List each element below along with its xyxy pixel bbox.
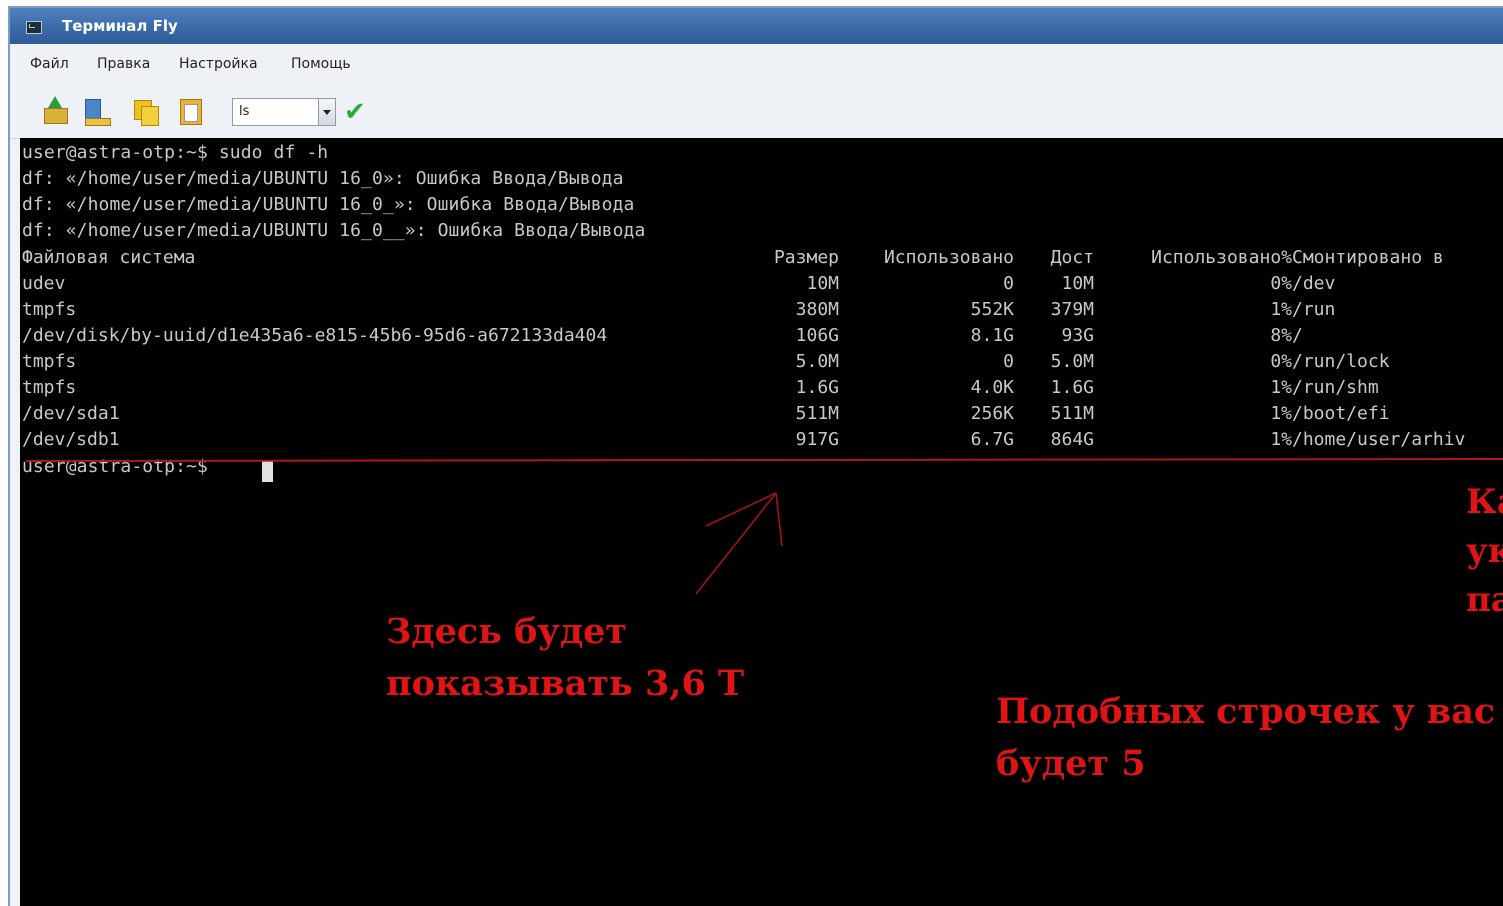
copy-icon-front xyxy=(141,106,159,126)
upload-icon xyxy=(44,108,68,124)
annotation-overlay xyxy=(25,458,1503,595)
menu-file[interactable]: Файл xyxy=(30,56,69,72)
highlight-underline xyxy=(25,458,1503,462)
terminal-app-icon xyxy=(26,21,42,34)
paste-paper-icon xyxy=(184,104,198,122)
download-icon xyxy=(85,99,101,119)
menu-edit[interactable]: Правка xyxy=(97,56,150,72)
menu-bar: Файл Правка Настройка Помощь xyxy=(10,44,1503,84)
checkmark-icon: ✔ xyxy=(344,97,366,127)
menu-help[interactable]: Помощь xyxy=(291,56,351,72)
title-bar[interactable]: Терминал Fly xyxy=(10,8,1503,44)
chevron-down-icon[interactable] xyxy=(318,99,335,125)
run-command-button[interactable]: ✔ xyxy=(344,98,374,126)
arrow-icon xyxy=(695,492,783,595)
terminal-output[interactable]: user@astra-otp:~$ sudo df -h df: «/home/… xyxy=(20,138,1503,906)
download-base-icon xyxy=(85,118,111,126)
upload-arrow-icon xyxy=(48,96,62,108)
annotation-similar-lines: Подобных строчек у вас будет 5 xyxy=(996,691,1496,784)
download-button[interactable] xyxy=(82,96,111,126)
window-title: Терминал Fly xyxy=(62,17,178,35)
paste-button[interactable] xyxy=(176,96,204,126)
copy-button[interactable] xyxy=(132,96,160,126)
upload-button[interactable] xyxy=(40,96,68,126)
annotation-edge-text: Ка ук па xyxy=(1466,482,1503,620)
terminal-window: Терминал Fly Файл Правка Настройка Помощ… xyxy=(8,6,1503,906)
toolbar: ls ✔ xyxy=(10,84,1503,139)
command-select-value: ls xyxy=(239,104,250,119)
menu-settings[interactable]: Настройка xyxy=(179,56,258,72)
annotation-here-will-show: Здесь будет показывать 3,6 Т xyxy=(386,611,745,704)
command-select[interactable]: ls xyxy=(232,98,336,126)
